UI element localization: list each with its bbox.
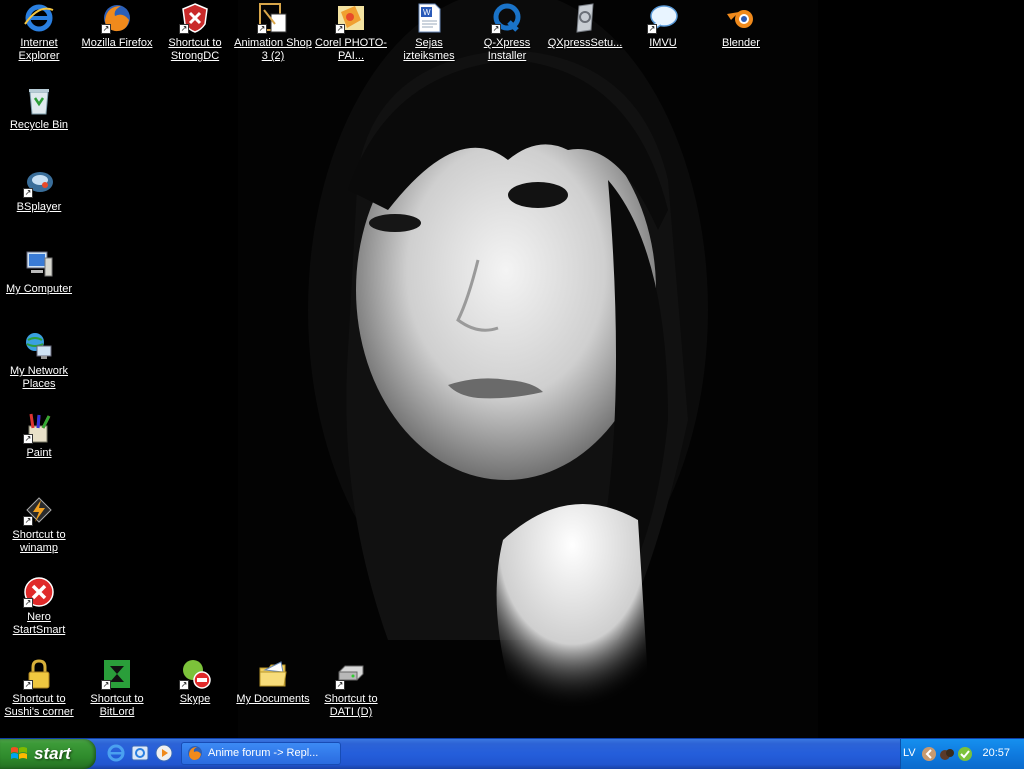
desktop-icon-label: Skype: [179, 693, 211, 705]
shortcut-arrow-icon: ↗: [335, 24, 345, 34]
desktop-icon-imvu[interactable]: ↗ IMVU: [624, 0, 702, 50]
desktop-icon-label: Shortcut to BitLord: [90, 693, 144, 718]
desktop-icon-label: Mozilla Firefox: [81, 37, 153, 49]
desktop-icon-label: Internet Explorer: [18, 37, 60, 62]
qxpress-setup-icon: [569, 2, 601, 34]
desktop-icon-skype[interactable]: ↗ Skype: [156, 656, 234, 706]
desktop-icon-network-places[interactable]: My Network Places: [0, 328, 78, 391]
desktop-icon-label: Q-Xpress Installer: [483, 37, 531, 62]
clock[interactable]: 20:57: [982, 747, 1010, 759]
desktop-icon-internet-explorer[interactable]: Internet Explorer: [0, 0, 78, 63]
padlock-icon: ↗: [23, 658, 55, 690]
tray-app-icon[interactable]: [939, 746, 955, 762]
start-button[interactable]: start: [0, 739, 96, 769]
shortcut-arrow-icon: ↗: [335, 680, 345, 690]
blender-icon: [725, 2, 757, 34]
firefox-icon: ↗: [101, 2, 133, 34]
desktop-icon-firefox[interactable]: ↗ Mozilla Firefox: [78, 0, 156, 50]
wallpaper-portrait: [238, 0, 818, 738]
network-places-icon: [23, 330, 55, 362]
desktop-icon-label: Shortcut to winamp: [12, 529, 66, 554]
desktop-icon-label: Corel PHOTO-PAI...: [315, 37, 387, 62]
shortcut-arrow-icon: ↗: [23, 516, 33, 526]
shortcut-arrow-icon: ↗: [23, 188, 33, 198]
desktop-icon-word-document[interactable]: W Sejas izteiksmes: [390, 0, 468, 63]
desktop-icon-label: My Documents: [236, 693, 310, 705]
desktop-icon-bsplayer[interactable]: ↗ BSplayer: [0, 164, 78, 214]
nero-icon: ↗: [23, 576, 55, 608]
desktop-icon-label: Blender: [722, 37, 760, 49]
shortcut-arrow-icon: ↗: [23, 680, 33, 690]
desktop-icon-label: My Computer: [5, 283, 73, 295]
browser-icon[interactable]: [130, 743, 150, 763]
my-documents-icon: [257, 658, 289, 690]
taskbar-button-firefox[interactable]: Anime forum -> Repl...: [181, 742, 341, 765]
desktop-icon-label: IMVU: [649, 37, 677, 49]
shortcut-arrow-icon: ↗: [101, 24, 111, 34]
taskbar-button-title: Anime forum -> Repl...: [208, 747, 319, 759]
desktop-icon-label: QXpressSetu...: [547, 37, 623, 49]
start-label: start: [34, 744, 71, 763]
strongdc-icon: ↗: [179, 2, 211, 34]
bsplayer-icon: ↗: [23, 166, 55, 198]
desktop-icon-qxpress-setup[interactable]: QXpressSetu...: [546, 0, 624, 50]
desktop-icon-label: Paint: [26, 447, 52, 459]
desktop-icon-blender[interactable]: Blender: [702, 0, 780, 50]
desktop-icon-recycle-bin[interactable]: Recycle Bin: [0, 82, 78, 132]
winamp-icon: ↗: [23, 494, 55, 526]
desktop-icon-winamp[interactable]: ↗ Shortcut to winamp: [0, 492, 78, 555]
desktop-icon-label: Nero StartSmart: [12, 611, 66, 636]
system-tray: LV 20:57: [900, 739, 1024, 769]
internet-explorer-icon: [23, 2, 55, 34]
media-player-icon[interactable]: [154, 743, 174, 763]
desktop-icon-my-documents[interactable]: My Documents: [234, 656, 312, 706]
desktop-icon-bitlord[interactable]: ↗ Shortcut to BitLord: [78, 656, 156, 719]
desktop-icon-label: Shortcut to StrongDC: [168, 37, 222, 62]
desktop-icon-corel-photo-paint[interactable]: ↗ Corel PHOTO-PAI...: [312, 0, 390, 63]
drive-icon: ↗: [335, 658, 367, 690]
qxpress-installer-icon: ↗: [491, 2, 523, 34]
firefox-icon: [188, 746, 202, 760]
shortcut-arrow-icon: ↗: [491, 24, 501, 34]
shortcut-arrow-icon: ↗: [179, 24, 189, 34]
bitlord-icon: ↗: [101, 658, 133, 690]
desktop-icon-animation-shop[interactable]: ↗ Animation Shop 3 (2): [234, 0, 312, 63]
shortcut-arrow-icon: ↗: [179, 680, 189, 690]
shortcut-arrow-icon: ↗: [101, 680, 111, 690]
language-indicator[interactable]: LV: [903, 747, 916, 759]
svg-text:W: W: [423, 8, 431, 17]
shortcut-arrow-icon: ↗: [257, 24, 267, 34]
tray-expand-icon[interactable]: [921, 746, 937, 762]
desktop-icon-qxpress-installer[interactable]: ↗ Q-Xpress Installer: [468, 0, 546, 63]
desktop-icon-label: Shortcut to DATI (D): [324, 693, 378, 718]
shortcut-arrow-icon: ↗: [23, 598, 33, 608]
internet-explorer-icon[interactable]: [106, 743, 126, 763]
desktop-icon-label: Shortcut to Sushi's corner: [4, 693, 74, 718]
desktop-icon-label: Animation Shop 3 (2): [234, 37, 312, 62]
corel-photo-paint-icon: ↗: [335, 2, 367, 34]
desktop-icon-my-computer[interactable]: My Computer: [0, 246, 78, 296]
desktop-icon-paint[interactable]: ↗ Paint: [0, 410, 78, 460]
desktop-icon-label: Recycle Bin: [9, 119, 69, 131]
my-computer-icon: [23, 248, 55, 280]
recycle-bin-icon: [23, 84, 55, 116]
windows-logo-icon: [11, 747, 27, 759]
desktop-icon-label: BSplayer: [16, 201, 62, 213]
imvu-icon: ↗: [647, 2, 679, 34]
word-document-icon: W: [413, 2, 445, 34]
skype-icon: ↗: [179, 658, 211, 690]
desktop-icon-strongdc[interactable]: ↗ Shortcut to StrongDC: [156, 0, 234, 63]
taskbar: start Anime forum -> Repl... LV 20:57: [0, 738, 1024, 769]
paint-icon: ↗: [23, 412, 55, 444]
desktop-icon-nero[interactable]: ↗ Nero StartSmart: [0, 574, 78, 637]
desktop-icon-label: My Network Places: [9, 365, 69, 390]
shortcut-arrow-icon: ↗: [23, 434, 33, 444]
animation-shop-icon: ↗: [257, 2, 289, 34]
desktop-icon-dati-drive[interactable]: ↗ Shortcut to DATI (D): [312, 656, 390, 719]
wallpaper-photo: [238, 0, 818, 738]
shortcut-arrow-icon: ↗: [647, 24, 657, 34]
skype-tray-icon[interactable]: [957, 746, 973, 762]
desktop-icon-label: Sejas izteiksmes: [403, 37, 455, 62]
desktop-icon-sushis-corner[interactable]: ↗ Shortcut to Sushi's corner: [0, 656, 78, 719]
